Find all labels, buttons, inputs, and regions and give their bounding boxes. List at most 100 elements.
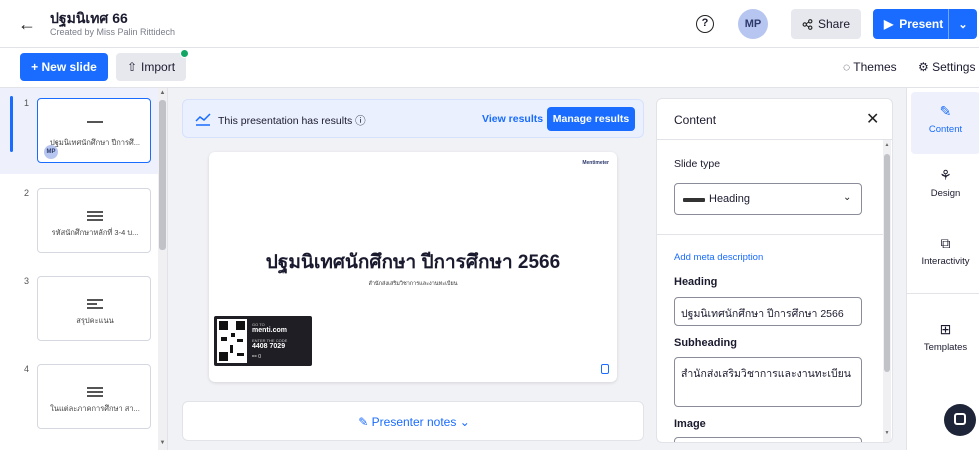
slide-item-1[interactable]: 1 ปฐมนิเทศนักศึกษา ปีการศึ... MP: [0, 88, 158, 174]
share-button[interactable]: Share: [791, 9, 861, 39]
present-main[interactable]: ▶ Present: [873, 9, 949, 39]
slide-number: 3: [24, 276, 30, 286]
presentation-subtitle: Created by Miss Palin Rittidech: [50, 27, 176, 37]
slide-thumbnail[interactable]: สรุปคะแนน: [37, 276, 151, 341]
results-text: This presentation has results ⓘ: [218, 113, 366, 128]
tab-interactivity[interactable]: ⧉ Interactivity: [911, 224, 979, 286]
slide-heading[interactable]: ปฐมนิเทศนักศึกษา ปีการศึกษา 2566: [209, 247, 617, 277]
top-header: ← ปฐมนิเทศ 66 Created by Miss Palin Ritt…: [0, 0, 979, 48]
editor-toolbar: + New slide ⇧ Import ◌ Themes ⚙ Settings: [0, 48, 979, 88]
content-panel: Content ✕ Slide type Heading ⌄ Add meta …: [656, 98, 893, 443]
participant-count-value: 0: [258, 354, 262, 360]
themes-label: Themes: [853, 60, 897, 74]
slide-label: ปฐมนิเทศนักศึกษา ปีการศึ...: [50, 138, 140, 147]
subheading-label: Subheading: [674, 337, 737, 349]
slide-type-value: Heading: [709, 193, 750, 205]
slide-item-2[interactable]: 2 รหัสนักศึกษาหลักที่ 3-4 บ...: [0, 178, 158, 264]
heading-icon: [87, 121, 103, 125]
pencil-icon: ✎: [358, 415, 369, 429]
slide-item-3[interactable]: 3 สรุปคะแนน: [0, 266, 158, 352]
image-label: Image: [674, 418, 706, 430]
tab-label: Content: [928, 124, 963, 135]
tab-label: Interactivity: [921, 256, 970, 267]
presenter-notes-bar[interactable]: ✎ Presenter notes ⌄: [182, 401, 644, 441]
gear-icon: ⚙: [918, 60, 929, 74]
close-icon[interactable]: ✕: [866, 109, 879, 129]
present-button[interactable]: ▶ Present ⌄: [873, 9, 977, 39]
list-icon: [87, 299, 103, 311]
panel-scrollbar[interactable]: ▲ ▼: [883, 140, 891, 442]
slide-subheading[interactable]: สำนักส่งเสริมวิชาการและงานทะเบียน: [209, 280, 617, 288]
import-badge: [180, 49, 189, 58]
results-label: This presentation has results: [218, 115, 353, 127]
text-lines-icon: [87, 211, 103, 223]
chat-support-button[interactable]: [944, 404, 976, 436]
import-button[interactable]: ⇧ Import: [116, 53, 186, 81]
scroll-down-icon[interactable]: ▼: [883, 430, 891, 436]
pencil-icon: ✎: [939, 103, 952, 119]
scrollbar-thumb[interactable]: [884, 154, 890, 372]
tab-design[interactable]: ⚘ Design: [911, 156, 979, 218]
subheading-input[interactable]: สำนักส่งเสริมวิชาการและงานทะเบียน: [674, 357, 862, 407]
slide-thumbnail[interactable]: รหัสนักศึกษาหลักที่ 3-4 บ...: [37, 188, 151, 253]
scroll-up-icon[interactable]: ▲: [883, 142, 891, 148]
share-icon: [802, 18, 813, 30]
settings-button[interactable]: ⚙ Settings: [918, 60, 975, 74]
join-code: 4408 7029: [252, 343, 286, 350]
presenter-notes-label: Presenter notes: [371, 415, 457, 429]
image-upload-box[interactable]: [674, 437, 862, 442]
settings-label: Settings: [932, 60, 976, 74]
manage-results-button[interactable]: Manage results: [547, 107, 635, 131]
right-rail: ✎ Content ⚘ Design ⧉ Interactivity ⊞ Tem…: [906, 88, 979, 450]
slide-thumbnail[interactable]: ปฐมนิเทศนักศึกษา ปีการศึ... MP: [37, 98, 151, 163]
chevron-down-icon[interactable]: ⌄: [949, 18, 977, 31]
upload-icon: ⇧: [126, 60, 138, 74]
slide-item-4[interactable]: 4 ในแต่ละภาคการศึกษา สา...: [0, 354, 158, 440]
text-lines-icon: [87, 387, 103, 399]
slide-avatar: MP: [44, 145, 58, 159]
join-code-card: GO TO menti.com ENTER THE CODE 4408 7029…: [214, 316, 312, 366]
import-label: Import: [141, 60, 176, 74]
results-banner: This presentation has results ⓘ View res…: [182, 99, 644, 138]
slide-number: 1: [24, 98, 30, 108]
participant-count: ⚯ 0: [252, 354, 262, 360]
slide-label: รหัสนักศึกษาหลักที่ 3-4 บ...: [51, 228, 139, 237]
chat-icon: [954, 413, 966, 425]
active-indicator: [10, 96, 13, 152]
divider: [657, 234, 883, 235]
heading-label: Heading: [674, 276, 718, 288]
slide-list-scrollbar[interactable]: ▲ ▼: [158, 88, 167, 450]
slide-thumbnail[interactable]: ในแต่ละภาคการศึกษา สา...: [37, 364, 151, 429]
slide-type-select[interactable]: Heading ⌄: [674, 183, 862, 215]
avatar[interactable]: MP: [738, 9, 768, 39]
themes-button[interactable]: ◌ Themes: [843, 60, 897, 74]
view-results-link[interactable]: View results: [482, 113, 543, 125]
scroll-down-icon[interactable]: ▼: [159, 438, 166, 448]
presenter-notes-toggle[interactable]: ✎ Presenter notes ⌄: [183, 415, 645, 429]
back-arrow-icon[interactable]: ←: [18, 13, 40, 35]
scroll-up-icon[interactable]: ▲: [159, 88, 166, 98]
help-icon[interactable]: ?: [696, 15, 714, 33]
chart-line-icon: [195, 113, 211, 126]
info-icon[interactable]: ⓘ: [355, 115, 366, 127]
themes-icon: ◌: [843, 60, 851, 74]
scrollbar-thumb[interactable]: [159, 100, 166, 250]
grid-icon: ⊞: [939, 321, 952, 337]
slide-number: 2: [24, 188, 30, 198]
slide-number: 4: [24, 364, 30, 374]
slide-type-label: Slide type: [674, 158, 721, 170]
paint-icon: ⚘: [939, 167, 952, 183]
tab-templates[interactable]: ⊞ Templates: [911, 310, 979, 372]
tab-label: Design: [930, 188, 961, 199]
heading-input[interactable]: ปฐมนิเทศนักศึกษา ปีการศึกษา 2566: [674, 297, 862, 326]
new-slide-button[interactable]: + New slide: [20, 53, 108, 81]
slide-options-icon[interactable]: [601, 364, 609, 374]
tab-content[interactable]: ✎ Content: [911, 92, 979, 154]
panel-title: Content: [674, 113, 717, 127]
chevron-down-icon: ⌄: [843, 192, 852, 203]
heading-type-icon: [683, 198, 705, 202]
slide-canvas[interactable]: Mentimeter ปฐมนิเทศนักศึกษา ปีการศึกษา 2…: [209, 152, 617, 382]
mentimeter-logo: Mentimeter: [582, 160, 609, 166]
chevron-down-icon: ⌄: [459, 415, 470, 429]
add-meta-description-link[interactable]: Add meta description: [674, 252, 763, 263]
